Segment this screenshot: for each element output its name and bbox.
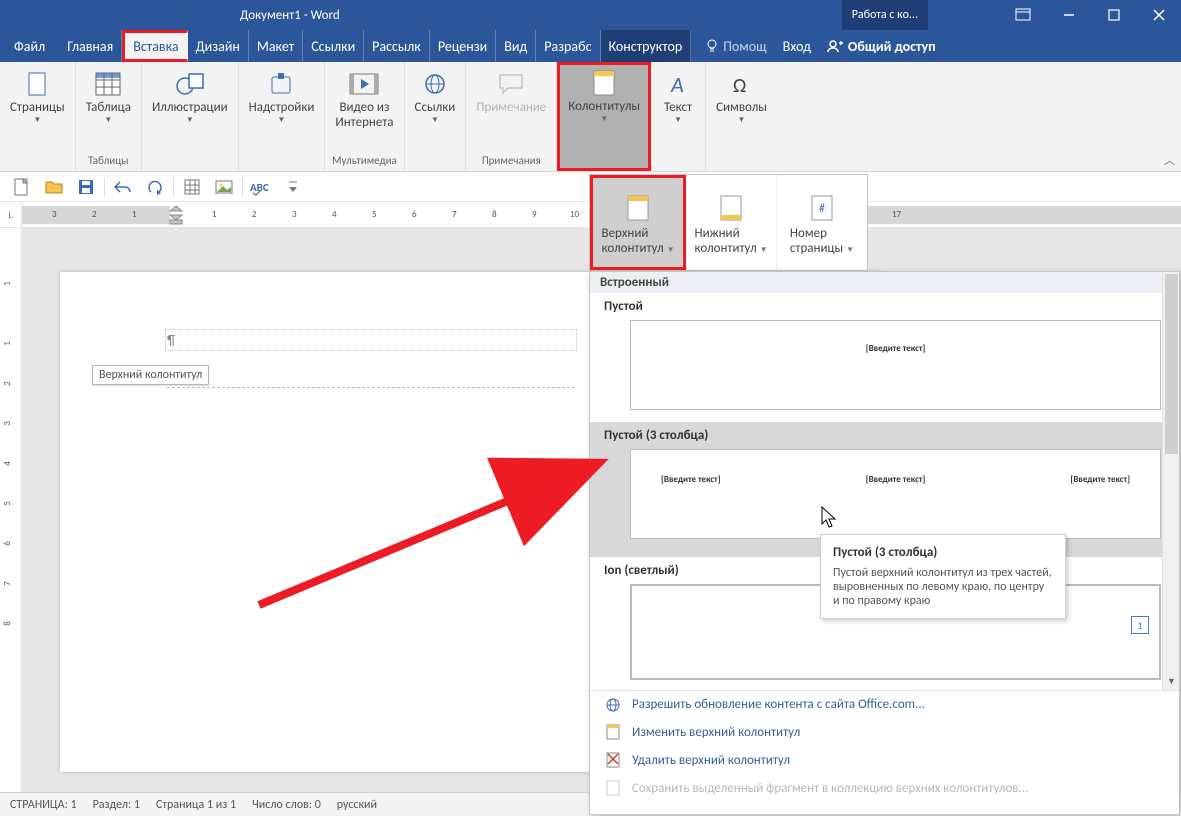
gallery-scrollbar[interactable]: ▲ ▼ xyxy=(1162,272,1179,690)
save-button[interactable] xyxy=(70,175,102,199)
page-icon xyxy=(27,72,47,96)
shapes-icon xyxy=(175,72,205,96)
gallery-header-builtin: Встроенный xyxy=(590,272,1179,293)
addins-button[interactable]: Надстройки▼ xyxy=(241,66,323,125)
delete-header-icon xyxy=(604,752,622,768)
open-button[interactable] xyxy=(38,175,70,199)
status-language[interactable]: русский xyxy=(337,798,377,812)
tab-insert[interactable]: Вставка xyxy=(122,30,187,62)
page-number-icon: # xyxy=(810,194,834,222)
tab-developer[interactable]: Разрабс xyxy=(536,30,600,62)
tab-file[interactable]: Файл xyxy=(0,30,59,62)
video-icon xyxy=(349,73,379,95)
symbols-button[interactable]: Ω Символы▼ xyxy=(708,66,775,125)
annotation-arrow-icon xyxy=(254,455,614,615)
menu-save-to-gallery: Сохранить выделенный фрагмент в коллекци… xyxy=(590,774,1179,802)
gallery-item-blank[interactable]: [Введите текст] xyxy=(630,320,1161,410)
gallery-menu: Разрешить обновление контента с сайта Of… xyxy=(590,690,1179,802)
tab-share[interactable]: Общий доступ xyxy=(819,30,944,62)
links-button[interactable]: Ссылки▼ xyxy=(407,66,464,125)
qat-customize-button[interactable] xyxy=(277,175,309,199)
close-button[interactable] xyxy=(1136,0,1181,30)
tab-help[interactable]: Помощ xyxy=(691,30,774,62)
tab-review[interactable]: Рецензи xyxy=(430,30,496,62)
svg-text:Ω: Ω xyxy=(733,74,746,98)
header-dropdown-button[interactable]: Верхнийколонтитул ▼ xyxy=(590,175,686,270)
mouse-cursor-icon xyxy=(822,507,840,531)
omega-icon: Ω xyxy=(730,72,754,96)
tab-selector[interactable]: L xyxy=(0,202,22,227)
menu-update-from-office[interactable]: Разрешить обновление контента с сайта Of… xyxy=(590,691,1179,718)
ribbon-body: Страницы▼ Таблица▼ Таблицы Иллюстрации▼ … xyxy=(0,62,1181,172)
title-bar: Документ1 - Word Работа с ко... xyxy=(0,0,1181,30)
redo-button[interactable] xyxy=(139,175,171,199)
header-label-tag: Верхний колонтитул xyxy=(92,365,209,385)
tab-view[interactable]: Вид xyxy=(496,30,536,62)
link-icon xyxy=(422,73,448,95)
text-icon: A xyxy=(667,72,689,96)
footer-icon xyxy=(719,194,743,222)
globe-icon xyxy=(604,698,622,712)
lightbulb-icon xyxy=(705,39,719,53)
pages-button[interactable]: Страницы▼ xyxy=(2,66,73,125)
pilcrow-icon: ¶ xyxy=(167,332,175,349)
share-icon xyxy=(827,39,843,53)
table-qat-button[interactable] xyxy=(176,175,208,199)
ribbon-tabs: Файл Главная Вставка Дизайн Макет Ссылки… xyxy=(0,30,1181,62)
header-icon xyxy=(626,194,650,222)
header-zone: ¶ xyxy=(167,332,575,388)
scroll-thumb[interactable] xyxy=(1165,274,1178,454)
comment-button[interactable]: Примечание xyxy=(468,66,554,115)
ribbon-display-options-icon[interactable] xyxy=(1000,0,1046,30)
header-footer-popup: Верхнийколонтитул ▼ Нижнийколонтитул ▼ #… xyxy=(589,174,868,271)
gallery-item-blank3[interactable]: [Введите текст] [Введите текст] [Введите… xyxy=(630,449,1161,539)
undo-button[interactable] xyxy=(107,175,139,199)
tab-design[interactable]: Дизайн xyxy=(188,30,249,62)
status-words[interactable]: Число слов: 0 xyxy=(252,798,321,812)
tab-constructor[interactable]: Конструктор xyxy=(601,30,692,62)
svg-text:A: A xyxy=(670,71,684,98)
text-button[interactable]: A Текст▼ xyxy=(653,66,703,125)
picture-qat-button[interactable] xyxy=(208,175,240,199)
tab-home[interactable]: Главная xyxy=(59,30,122,62)
tab-layout[interactable]: Макет xyxy=(249,30,303,62)
minimize-button[interactable] xyxy=(1046,0,1091,30)
indent-marker-icon[interactable] xyxy=(170,206,182,224)
vertical-ruler[interactable]: 1 1 2 3 4 5 6 7 8 xyxy=(0,228,22,792)
save-selection-icon xyxy=(604,780,622,796)
addins-icon xyxy=(269,72,295,96)
status-section[interactable]: Раздел: 1 xyxy=(93,798,140,812)
scroll-down-icon[interactable]: ▼ xyxy=(1163,673,1179,690)
illustrations-button[interactable]: Иллюстрации▼ xyxy=(144,66,236,125)
header-footer-button[interactable]: Колонтитулы▼ xyxy=(560,65,648,124)
gallery-item-blank3-title: Пустой (3 столбца) xyxy=(590,422,1179,445)
svg-text:#: # xyxy=(819,202,825,216)
tab-mailings[interactable]: Рассылк xyxy=(364,30,430,62)
gallery-item-blank-title: Пустой xyxy=(590,293,1179,316)
edit-header-icon xyxy=(604,724,622,740)
table-button[interactable]: Таблица▼ xyxy=(78,66,139,125)
status-page-of[interactable]: Страница 1 из 1 xyxy=(156,798,236,812)
spellcheck-button[interactable]: ABC xyxy=(245,175,277,199)
tab-references[interactable]: Ссылки xyxy=(303,30,364,62)
menu-delete-header[interactable]: Удалить верхний колонтитул xyxy=(590,746,1179,774)
tab-login[interactable]: Вход xyxy=(775,30,819,62)
collapse-ribbon-icon[interactable]: ︿ xyxy=(1164,152,1175,168)
menu-edit-header[interactable]: Изменить верхний колонтитул xyxy=(590,718,1179,746)
status-page[interactable]: СТРАНИЦА: 1 xyxy=(10,798,77,812)
page-number-dropdown-button[interactable]: # Номерстраницы ▼ xyxy=(777,175,867,270)
gallery-tooltip: Пустой (3 столбца) Пустой верхний колонт… xyxy=(820,534,1066,619)
maximize-button[interactable] xyxy=(1091,0,1136,30)
footer-dropdown-button[interactable]: Нижнийколонтитул ▼ xyxy=(686,175,777,270)
table-icon xyxy=(95,72,121,96)
contextual-tab-title: Работа с ко... xyxy=(842,0,928,30)
new-doc-button[interactable] xyxy=(6,175,38,199)
comment-icon xyxy=(498,73,524,95)
window-title: Документ1 - Word xyxy=(240,0,340,30)
page-header-icon xyxy=(593,70,615,96)
online-video-button[interactable]: Видео изИнтернета xyxy=(327,66,401,130)
